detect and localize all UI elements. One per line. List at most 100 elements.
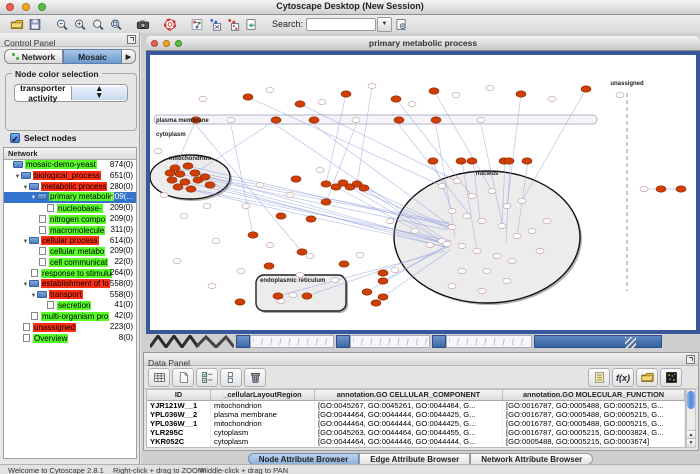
expand-triangle-icon[interactable]: ▼ (14, 174, 21, 180)
network-node[interactable] (448, 208, 456, 213)
network-node[interactable] (256, 182, 264, 187)
attribute-unselect-icon[interactable] (220, 368, 242, 387)
network-node-selected[interactable] (394, 117, 404, 123)
network-node[interactable] (306, 253, 314, 258)
network-node[interactable] (488, 188, 496, 193)
help-icon[interactable] (161, 17, 178, 32)
network-node[interactable] (227, 117, 235, 122)
table-row[interactable]: YPL036W__2plasma membrane[GO:0044464, GO… (147, 410, 685, 419)
network-node-selected[interactable] (309, 117, 319, 123)
attribute-select-icon[interactable] (148, 368, 170, 387)
import-list-icon[interactable] (588, 368, 610, 387)
network-node[interactable] (391, 267, 399, 272)
network-node-selected[interactable] (341, 91, 351, 97)
network-node[interactable] (458, 243, 466, 248)
tree-row[interactable]: unassigned223(0) (4, 322, 136, 333)
network-window-titlebar[interactable]: primary metabolic process (146, 36, 700, 51)
background-window-preview[interactable] (446, 335, 532, 348)
network-node[interactable] (640, 186, 648, 191)
network-node-selected[interactable] (190, 170, 200, 176)
expand-triangle-icon[interactable]: ▼ (22, 282, 29, 288)
network-node-selected[interactable] (302, 293, 312, 299)
tab-network[interactable]: Network (4, 49, 63, 64)
tree-row[interactable]: multi-organism pro42(0) (4, 311, 136, 322)
tree-row[interactable]: Overview8(0) (4, 333, 136, 344)
scroll-down-icon[interactable]: ▼ (687, 438, 695, 447)
tree-row[interactable]: ▼transport558(0) (4, 290, 136, 301)
network-node-selected[interactable] (205, 182, 215, 188)
zoom-in-icon[interactable] (71, 17, 88, 32)
network-node[interactable] (448, 283, 456, 288)
network-node-selected[interactable] (235, 299, 245, 305)
save-session-icon[interactable] (26, 17, 43, 32)
network-node[interactable] (528, 228, 536, 233)
network-node[interactable] (180, 213, 188, 218)
network-node-selected[interactable] (167, 177, 177, 183)
network-node-selected[interactable] (273, 293, 283, 299)
table-row[interactable]: YPL036W__1mitochondrion[GO:0044464, GO:0… (147, 419, 685, 428)
network-node-selected[interactable] (186, 186, 196, 192)
network-node-selected[interactable] (431, 117, 441, 123)
network-node[interactable] (286, 192, 294, 197)
tree-row[interactable]: ▼primary metabolic209(... (4, 192, 136, 203)
network-node-selected[interactable] (467, 158, 477, 164)
network-node[interactable] (296, 272, 304, 277)
open-session-icon[interactable] (8, 17, 25, 32)
tree-row[interactable]: cellular metabo209(0) (4, 246, 136, 257)
tree-row[interactable]: ▼establishment of lo558(0) (4, 279, 136, 290)
network-node[interactable] (513, 233, 521, 238)
float-panel-icon[interactable] (127, 35, 136, 44)
background-window-tab[interactable] (336, 335, 350, 348)
column-header[interactable]: annotation.GO MOLECULAR_FUNCTION (503, 390, 685, 400)
network-node[interactable] (503, 278, 511, 283)
attribute-matrix-icon[interactable] (660, 368, 682, 387)
zoom-out-icon[interactable] (53, 17, 70, 32)
network-node-selected[interactable] (378, 278, 388, 284)
network-node-selected[interactable] (656, 186, 666, 192)
network-node[interactable] (518, 198, 526, 203)
layout-icon-2[interactable] (224, 17, 241, 32)
network-node[interactable] (266, 87, 274, 92)
background-window-preview[interactable] (350, 335, 430, 348)
network-node-selected[interactable] (175, 171, 185, 177)
expand-triangle-icon[interactable]: ▼ (22, 239, 29, 245)
network-node[interactable] (203, 203, 211, 208)
column-header[interactable]: ID (147, 390, 211, 400)
network-node[interactable] (173, 258, 181, 263)
network-node-selected[interactable] (321, 181, 331, 187)
network-node-selected[interactable] (581, 86, 591, 92)
network-node[interactable] (543, 218, 551, 223)
vizmapper-icon[interactable] (242, 17, 259, 32)
network-node-selected[interactable] (243, 94, 253, 100)
network-node[interactable] (408, 101, 416, 106)
network-node[interactable] (616, 92, 624, 97)
network-node-selected[interactable] (276, 213, 286, 219)
tree-row[interactable]: nitrogen compo209(0) (4, 214, 136, 225)
tree-row[interactable]: cell communicat22(0) (4, 257, 136, 268)
zoom-fit-icon[interactable] (107, 17, 124, 32)
network-node[interactable] (498, 223, 506, 228)
network-node-selected[interactable] (173, 184, 183, 190)
tree-row[interactable]: macromolecule311(0) (4, 225, 136, 236)
network-node-selected[interactable] (676, 186, 686, 192)
scrollbar-thumb[interactable] (687, 391, 695, 409)
tree-row[interactable]: ▼biological_process651(0) (4, 171, 136, 182)
network-node-selected[interactable] (359, 185, 369, 191)
background-window-preview[interactable] (250, 335, 334, 348)
network-node[interactable] (473, 248, 481, 253)
network-node-selected[interactable] (516, 91, 526, 97)
network-node-selected[interactable] (264, 263, 274, 269)
network-node[interactable] (478, 288, 486, 293)
network-node[interactable] (548, 96, 556, 101)
network-node[interactable] (318, 99, 326, 104)
network-node[interactable] (316, 167, 324, 172)
delete-attribute-icon[interactable] (244, 368, 266, 387)
network-node[interactable] (426, 242, 434, 247)
table-row[interactable]: YLR295Ccytoplasm[GO:0045263, GO:0044464,… (147, 428, 685, 437)
create-attribute-icon[interactable] (172, 368, 194, 387)
zoom-selected-icon[interactable] (89, 17, 106, 32)
network-node[interactable] (477, 117, 485, 122)
network-node[interactable] (536, 248, 544, 253)
snapshot-icon[interactable] (134, 17, 151, 32)
table-row[interactable]: YDR039C__1mitochondrion[GO:0044464, GO:0… (147, 446, 685, 448)
